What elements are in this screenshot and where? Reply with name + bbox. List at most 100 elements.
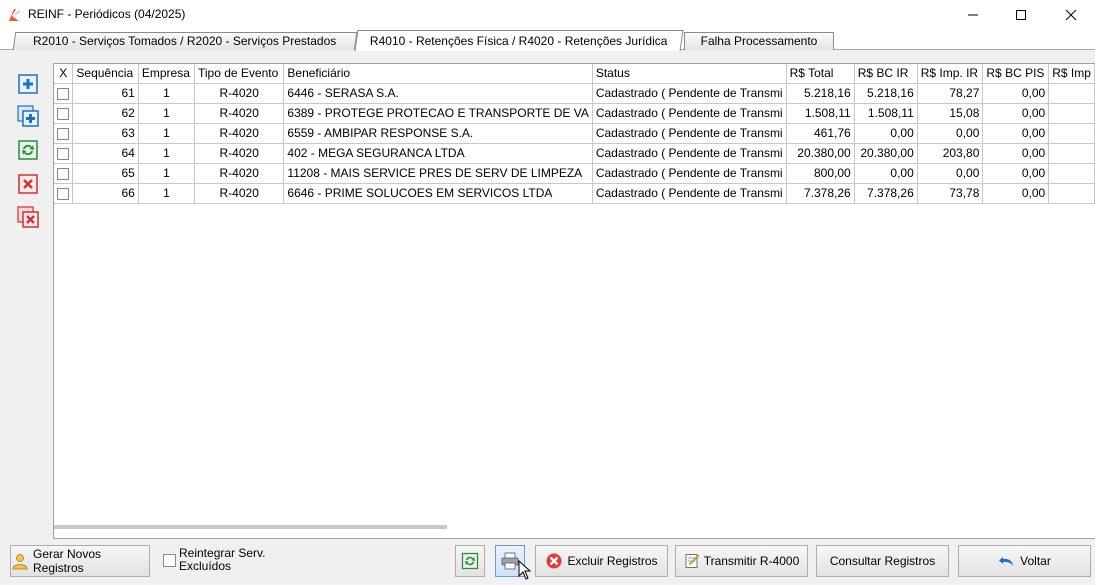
refresh-icon: [461, 552, 479, 570]
records-table: X Sequência Empresa Tipo de Evento Benef…: [54, 64, 1095, 204]
cell-total: 461,76: [786, 123, 855, 144]
row-checkbox[interactable]: [57, 127, 70, 140]
row-checkbox-cell[interactable]: [54, 83, 74, 104]
reintegrar-excluidos-option[interactable]: Reintegrar Serv. Excluídos: [163, 547, 283, 577]
add-record-icon[interactable]: [16, 72, 40, 96]
cell-bc-pis: 0,00: [982, 143, 1050, 164]
cell-bc-pis: 0,00: [982, 163, 1050, 184]
table-header-row: X Sequência Empresa Tipo de Evento Benef…: [54, 64, 1095, 84]
close-button[interactable]: [1048, 0, 1094, 30]
add-multiple-icon[interactable]: [16, 104, 40, 128]
excluir-registros-button[interactable]: Excluir Registros: [535, 545, 668, 577]
table-row[interactable]: 61 1 R-4020 6446 - SERASA S.A. Cadastrad…: [54, 83, 1095, 104]
cell-sequencia: 66: [72, 183, 139, 204]
table-row[interactable]: 66 1 R-4020 6646 - PRIME SOLUCOES EM SER…: [54, 183, 1095, 204]
cell-imp: [1048, 103, 1095, 124]
cell-imp: [1048, 83, 1095, 104]
row-checkbox-cell[interactable]: [54, 163, 74, 184]
row-checkbox[interactable]: [57, 167, 70, 180]
tab-r4010-r4020[interactable]: R4010 - Retenções Física / R4020 - Reten…: [354, 30, 684, 51]
cell-bc-ir: 1.508,11: [854, 103, 918, 124]
row-checkbox[interactable]: [57, 87, 70, 100]
column-header-empresa[interactable]: Empresa: [138, 64, 195, 84]
records-grid: X Sequência Empresa Tipo de Evento Benef…: [53, 63, 1095, 539]
close-icon: [1065, 9, 1077, 21]
button-label: Voltar: [1020, 554, 1051, 568]
cell-bc-pis: 0,00: [982, 183, 1050, 204]
row-checkbox-cell[interactable]: [54, 183, 74, 204]
row-checkbox-cell[interactable]: [54, 103, 74, 124]
cell-imp-ir: 15,08: [917, 103, 984, 124]
cell-total: 7.378,26: [786, 183, 855, 204]
cell-tipo-evento: R-4020: [194, 163, 285, 184]
button-label: Transmitir R-4000: [703, 554, 800, 568]
printer-icon: [501, 552, 519, 570]
column-header-status[interactable]: Status: [592, 64, 787, 84]
maximize-icon: [1016, 10, 1026, 20]
table-row[interactable]: 62 1 R-4020 6389 - PROTEGE PROTECAO E TR…: [54, 103, 1095, 124]
consultar-registros-button[interactable]: Consultar Registros: [816, 545, 949, 577]
refresh-icon[interactable]: [16, 138, 40, 162]
cell-status: Cadastrado ( Pendente de Transmi: [592, 183, 787, 204]
app-logo-icon: [9, 9, 20, 21]
cell-beneficiario: 6446 - SERASA S.A.: [283, 83, 593, 104]
table-row[interactable]: 63 1 R-4020 6559 - AMBIPAR RESPONSE S.A.…: [54, 123, 1095, 144]
cell-bc-ir: 20.380,00: [854, 143, 918, 164]
cell-total: 20.380,00: [786, 143, 855, 164]
reintegrar-label: Reintegrar Serv. Excluídos: [179, 546, 266, 573]
cell-bc-ir: 0,00: [854, 123, 918, 144]
cell-beneficiario: 402 - MEGA SEGURANCA LTDA: [283, 143, 593, 164]
tab-falha-processamento[interactable]: Falha Processamento: [684, 32, 834, 50]
tab-label: R4010 - Retenções Física / R4020 - Reten…: [370, 34, 668, 48]
mouse-cursor-icon: [518, 560, 532, 580]
cell-empresa: 1: [138, 83, 195, 104]
row-checkbox[interactable]: [57, 187, 70, 200]
row-checkbox-cell[interactable]: [54, 143, 74, 164]
column-header-bc-pis[interactable]: R$ BC PIS: [982, 64, 1050, 84]
transmitir-r4000-button[interactable]: Transmitir R-4000: [675, 545, 808, 577]
cell-imp: [1048, 123, 1095, 144]
cell-sequencia: 64: [72, 143, 139, 164]
row-checkbox-cell[interactable]: [54, 123, 74, 144]
cell-imp-ir: 203,80: [917, 143, 984, 164]
table-row[interactable]: 64 1 R-4020 402 - MEGA SEGURANCA LTDA Ca…: [54, 143, 1095, 164]
column-header-select[interactable]: X: [54, 64, 74, 84]
column-header-tipo-evento[interactable]: Tipo de Evento: [194, 64, 285, 84]
cell-empresa: 1: [138, 143, 195, 164]
column-header-imp[interactable]: R$ Imp: [1048, 64, 1095, 84]
cell-tipo-evento: R-4020: [194, 143, 285, 164]
cell-sequencia: 65: [72, 163, 139, 184]
cell-sequencia: 61: [72, 83, 139, 104]
cell-sequencia: 62: [72, 103, 139, 124]
reintegrar-checkbox[interactable]: [163, 554, 176, 567]
voltar-button[interactable]: Voltar: [958, 545, 1091, 577]
delete-record-icon[interactable]: [16, 172, 40, 196]
minimize-button[interactable]: [950, 0, 996, 30]
button-label: Consultar Registros: [829, 554, 936, 568]
column-header-imp-ir[interactable]: R$ Imp. IR: [917, 64, 984, 84]
undo-arrow-icon: [999, 557, 1014, 566]
column-header-beneficiario[interactable]: Beneficiário: [283, 64, 593, 84]
table-row[interactable]: 65 1 R-4020 11208 - MAIS SERVICE PRES DE…: [54, 163, 1095, 184]
cell-imp-ir: 0,00: [917, 163, 984, 184]
gerar-novos-registros-button[interactable]: Gerar Novos Registros: [10, 545, 150, 577]
row-checkbox[interactable]: [57, 147, 70, 160]
horizontal-scrollbar[interactable]: [54, 525, 447, 529]
refresh-button[interactable]: [455, 545, 485, 577]
cell-total: 800,00: [786, 163, 855, 184]
cell-empresa: 1: [138, 103, 195, 124]
column-header-bc-ir[interactable]: R$ BC IR: [854, 64, 918, 84]
cell-total: 5.218,16: [786, 83, 855, 104]
tab-r2010-r2020[interactable]: R2010 - Serviços Tomados / R2020 - Servi…: [12, 32, 358, 50]
column-header-sequencia[interactable]: Sequência: [72, 64, 139, 84]
column-header-total[interactable]: R$ Total: [786, 64, 855, 84]
cell-status: Cadastrado ( Pendente de Transmi: [592, 143, 787, 164]
cell-imp: [1048, 143, 1095, 164]
cell-bc-pis: 0,00: [982, 103, 1050, 124]
delete-multiple-icon[interactable]: [16, 205, 40, 229]
maximize-button[interactable]: [998, 0, 1044, 30]
cell-imp-ir: 73,78: [917, 183, 984, 204]
row-checkbox[interactable]: [57, 107, 70, 120]
button-label: Excluir Registros: [567, 554, 658, 568]
tab-strip: R2010 - Serviços Tomados / R2020 - Servi…: [0, 30, 1095, 51]
